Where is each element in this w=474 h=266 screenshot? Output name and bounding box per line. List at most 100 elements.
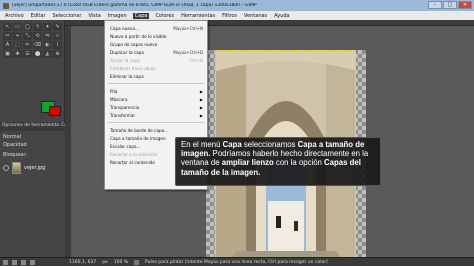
minimize-button[interactable]: – [428, 1, 442, 9]
menu-archivo[interactable]: Archivo [4, 13, 25, 19]
bucket-fill-tool-icon[interactable]: ▣ [3, 50, 12, 58]
pointer-coords: 1160,1, 637 [69, 259, 97, 265]
callout-text: con la opción [273, 158, 325, 168]
tool-grid: ↖ ▭ ◯ ϟ ✦ ✎ ✂ ⌖ ⤡ ⟲ ⇋ ▱ A ⬚ ✏ ⌫ ◐ ⌇ ▣ ✚ … [3, 23, 62, 58]
menu-item-label: Eliminar la capa [110, 73, 144, 79]
menu-item-mask[interactable]: Máscara ▶ [105, 95, 207, 103]
menu-item-label: Transformar [110, 112, 136, 118]
menu-seleccionar[interactable]: Seleccionar [52, 13, 83, 19]
ellipse-select-tool-icon[interactable]: ◯ [23, 23, 32, 31]
menu-item-label: Pila [110, 88, 118, 94]
menu-item-label: Nuevo a partir de lo visible [110, 33, 167, 39]
callout-text: En el menú [181, 140, 223, 149]
menu-item-new-layer-group[interactable]: Grupo de capas nuevo [105, 40, 207, 48]
menu-item-layer-boundary-size[interactable]: Tamaño de borde de capa... [105, 126, 207, 134]
menu-item-merge-down[interactable]: Combinar hacia abajo [105, 64, 207, 72]
layer-name[interactable]: vejer.jpg [24, 165, 45, 171]
unit-select[interactable]: px [102, 260, 108, 265]
window-title: [vejer] (importada)-17.0 (Color RGB Ente… [12, 3, 257, 8]
menu-vista[interactable]: Vista [87, 13, 101, 19]
zoom-tool-icon[interactable]: ⊕ [53, 50, 62, 58]
menu-capa[interactable]: Capa [132, 12, 150, 19]
pencil-tool-icon[interactable]: ✏ [23, 41, 32, 49]
smudge-tool-icon[interactable]: ⌇ [53, 41, 62, 49]
dock-tabs: Opciones de herramienta Capas [0, 122, 75, 131]
menu-item-duplicate-layer[interactable]: Duplicar la capa Mayús+Ctrl+D [105, 48, 207, 56]
menu-item-transform[interactable]: Transformar ▶ [105, 111, 207, 119]
opacity-label: Opacidad [3, 142, 27, 148]
menu-item-label: Transparencia [110, 104, 140, 110]
heal-tool-icon[interactable]: ✚ [13, 50, 22, 58]
rotate-tool-icon[interactable]: ⟲ [33, 32, 42, 40]
menu-item-label: Escalar capa... [110, 143, 141, 149]
layers-panel: Normal Opacidad Bloquear: vejer.jpg [0, 131, 65, 257]
vertical-ruler[interactable] [65, 26, 71, 257]
flip-tool-icon[interactable]: ⇋ [43, 32, 52, 40]
menu-item-transparency[interactable]: Transparencia ▶ [105, 103, 207, 111]
menu-item-label: Grupo de capas nuevo [110, 41, 158, 47]
blend-tool-icon[interactable]: ◭ [43, 50, 52, 58]
menu-item-label: Capa nueva... [110, 25, 139, 31]
airbrush-tool-icon[interactable]: ⬤ [33, 50, 42, 58]
menu-separator [108, 122, 204, 123]
raise-layer-icon[interactable] [12, 260, 17, 265]
menu-item-label: Anclar la capa [110, 57, 140, 63]
rect-select-tool-icon[interactable]: ▭ [13, 23, 22, 31]
lock-label: Bloquear: [3, 152, 28, 158]
maximize-button[interactable]: □ [443, 1, 457, 9]
menu-item-label: Recortar a la selección [110, 151, 158, 157]
menu-editar[interactable]: Editar [30, 13, 47, 19]
submenu-arrow-icon: ▶ [199, 96, 203, 102]
menu-ventanas[interactable]: Ventanas [243, 13, 268, 19]
status-hint: Pulse para pintar (intente Mayús para un… [145, 259, 328, 265]
shortcut-label: Mayús+Ctrl+D [173, 49, 203, 55]
shortcut-label: Mayús+Ctrl+N [173, 25, 203, 31]
scale-tool-icon[interactable]: ⤡ [23, 32, 32, 40]
callout-bold: Capa [222, 140, 242, 149]
menu-bar: Archivo Editar Seleccionar Vista Imagen … [0, 11, 474, 20]
eraser-tool-icon[interactable]: ⌫ [33, 41, 42, 49]
fuzzy-select-tool-icon[interactable]: ✦ [43, 23, 52, 31]
color-picker-tool-icon[interactable]: ⌖ [13, 32, 22, 40]
menu-ayuda[interactable]: Ayuda [273, 13, 290, 19]
move-tool-icon[interactable]: ↖ [3, 23, 12, 31]
text-tool-icon[interactable]: A [3, 41, 12, 49]
menu-filtros[interactable]: Filtros [221, 13, 238, 19]
align-tool-icon[interactable]: ☰ [23, 50, 32, 58]
dodge-burn-tool-icon[interactable]: ◐ [43, 41, 52, 49]
new-layer-icon[interactable] [3, 260, 8, 265]
menu-item-label: Combinar hacia abajo [110, 65, 156, 71]
perspective-tool-icon[interactable]: ▱ [53, 32, 62, 40]
layer-thumbnail [12, 162, 21, 174]
submenu-arrow-icon: ▶ [199, 112, 203, 118]
scissors-tool-icon[interactable]: ✂ [3, 32, 12, 40]
title-bar: [vejer] (importada)-17.0 (Color RGB Ente… [0, 0, 474, 11]
menu-imagen[interactable]: Imagen [107, 13, 128, 19]
eye-icon[interactable] [3, 165, 9, 171]
background-color-swatch[interactable] [49, 106, 61, 116]
menu-item-new-from-visible[interactable]: Nuevo a partir de lo visible [105, 32, 207, 40]
paintbrush-icon [134, 259, 140, 265]
menu-item-stack[interactable]: Pila ▶ [105, 87, 207, 95]
menu-herramientas[interactable]: Herramientas [180, 13, 216, 19]
menu-item-delete-layer[interactable]: Eliminar la capa [105, 72, 207, 80]
free-select-tool-icon[interactable]: ϟ [33, 23, 42, 31]
tab-tool-options[interactable]: Opciones de herramienta [2, 123, 59, 130]
dock-status-bar [0, 257, 65, 266]
close-button[interactable]: ✕ [458, 1, 472, 9]
gimp-logo-icon [3, 2, 9, 9]
zoom-select[interactable]: 100 % [114, 260, 128, 265]
paths-tool-icon[interactable]: ✎ [53, 23, 62, 31]
layer-row[interactable]: vejer.jpg [3, 161, 61, 175]
menu-item-label: Capa a tamaño de imagen [110, 135, 166, 141]
delete-layer-icon[interactable] [30, 260, 35, 265]
layer-mode-label[interactable]: Normal [3, 134, 21, 140]
shortcut-label: Ctrl+H [189, 57, 203, 63]
callout-text: seleccionamos [241, 140, 298, 149]
menu-item-anchor-layer[interactable]: Anclar la capa Ctrl+H [105, 56, 207, 64]
crop-tool-icon[interactable]: ⬚ [13, 41, 22, 49]
lower-layer-icon[interactable] [21, 260, 26, 265]
tutorial-callout: En el menú Capa seleccionamos Capa a tam… [175, 137, 381, 186]
menu-item-new-layer[interactable]: Capa nueva... Mayús+Ctrl+N [105, 24, 207, 32]
menu-colores[interactable]: Colores [154, 13, 175, 19]
